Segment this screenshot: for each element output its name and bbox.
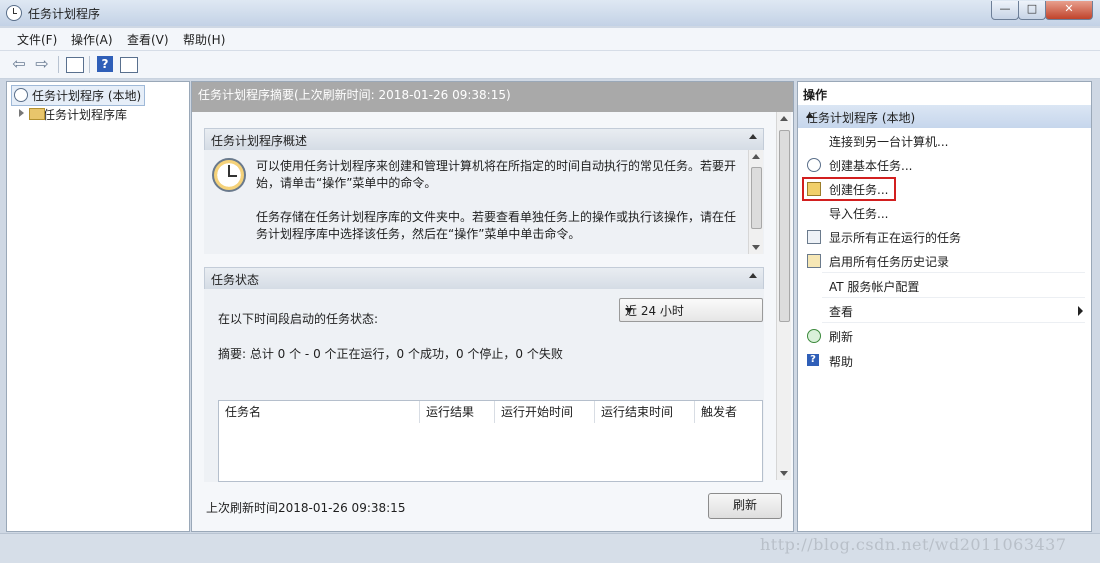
column-header-start-time[interactable]: 运行开始时间 xyxy=(495,401,595,423)
summary-scrollbar[interactable] xyxy=(776,112,791,480)
history-icon xyxy=(807,254,821,268)
dropdown-value: 近 24 小时 xyxy=(625,304,684,318)
overview-section-header[interactable]: 任务计划程序概述 xyxy=(204,128,764,151)
action-label: 帮助 xyxy=(829,355,854,369)
watermark: http://blog.csdn.net/wd2011063437 xyxy=(760,535,1067,554)
menu-help[interactable]: 帮助(H) xyxy=(183,31,225,48)
maximize-button[interactable]: □ xyxy=(1018,1,1046,20)
collapse-icon[interactable] xyxy=(749,134,757,139)
task-status-table: 任务名 运行结果 运行开始时间 运行结束时间 触发者 xyxy=(218,400,763,482)
scroll-thumb[interactable] xyxy=(751,167,762,229)
status-section-header[interactable]: 任务状态 xyxy=(204,267,764,290)
action-show-running-tasks[interactable]: 显示所有正在运行的任务 xyxy=(798,225,1091,249)
time-period-dropdown[interactable]: 近 24 小时 xyxy=(619,298,763,322)
scroll-down-icon[interactable] xyxy=(780,471,788,476)
action-refresh[interactable]: 刷新 xyxy=(798,324,1091,348)
action-label: 创建基本任务... xyxy=(829,159,913,173)
tree-node-root[interactable]: 任务计划程序 (本地) xyxy=(11,85,146,106)
actions-pane: 操作 任务计划程序 (本地) 连接到另一台计算机... 创建基本任务... 创建… xyxy=(797,81,1092,532)
chevron-down-icon xyxy=(625,308,633,313)
summary-header: 任务计划程序摘要(上次刷新时间: 2018-01-26 09:38:15) xyxy=(192,82,793,112)
collapse-icon[interactable] xyxy=(806,113,814,118)
minimize-button[interactable]: — xyxy=(991,1,1019,20)
action-view[interactable]: 查看 xyxy=(798,299,1091,323)
menu-file[interactable]: 文件(F) xyxy=(17,31,57,48)
overview-scrollbar[interactable] xyxy=(748,150,763,254)
action-label: 启用所有任务历史记录 xyxy=(829,255,950,269)
overview-text: 可以使用任务计划程序来创建和管理计算机将在所指定的时间自动执行的常见任务。若要开… xyxy=(256,159,737,190)
expand-arrow-icon[interactable] xyxy=(19,109,24,117)
action-import-task[interactable]: 导入任务... xyxy=(798,201,1091,225)
action-label: 显示所有正在运行的任务 xyxy=(829,231,962,245)
folder-icon xyxy=(29,108,45,120)
close-button[interactable]: ✕ xyxy=(1045,1,1093,20)
action-label: 刷新 xyxy=(829,330,854,344)
status-period-label: 在以下时间段启动的任务状态: xyxy=(218,312,379,326)
scroll-up-icon[interactable] xyxy=(780,116,788,121)
action-at-service-account[interactable]: AT 服务帐户配置 xyxy=(798,274,1091,298)
collapse-icon[interactable] xyxy=(749,273,757,278)
show-action-pane-icon[interactable] xyxy=(120,57,138,73)
toolbar: ⇦ ⇨ ? xyxy=(0,51,1100,79)
refresh-icon xyxy=(807,329,821,343)
scroll-thumb[interactable] xyxy=(779,130,790,322)
highlight-box xyxy=(802,177,896,201)
show-tree-icon[interactable] xyxy=(66,57,84,73)
tree-node-label: 任务计划程序 (本地) xyxy=(32,89,142,103)
action-help[interactable]: ? 帮助 xyxy=(798,349,1091,373)
action-connect-computer[interactable]: 连接到另一台计算机... xyxy=(798,129,1091,153)
divider xyxy=(822,322,1085,323)
column-header-result[interactable]: 运行结果 xyxy=(420,401,495,423)
overview-text: 任务存储在任务计划程序库的文件夹中。若要查看单独任务上的操作或执行该操作，请在任… xyxy=(256,210,737,241)
divider xyxy=(822,297,1085,298)
scroll-down-icon[interactable] xyxy=(752,245,760,250)
tree-node-library[interactable]: 任务计划程序库 xyxy=(19,106,127,123)
menu-bar: 文件(F) 操作(A) 查看(V) 帮助(H) xyxy=(0,28,1100,51)
divider xyxy=(822,272,1085,273)
summary-header-text: 任务计划程序摘要(上次刷新时间: 2018-01-26 09:38:15) xyxy=(198,88,511,102)
menu-action[interactable]: 操作(A) xyxy=(71,31,113,48)
actions-group-header[interactable]: 任务计划程序 (本地) xyxy=(798,105,1091,128)
tree-node-label: 任务计划程序库 xyxy=(43,108,128,122)
clock-icon xyxy=(807,158,821,172)
column-header-task-name[interactable]: 任务名 xyxy=(219,401,420,423)
overview-section-body: 可以使用任务计划程序来创建和管理计算机将在所指定的时间自动执行的常见任务。若要开… xyxy=(204,150,764,254)
last-refresh-time: 上次刷新时间2018-01-26 09:38:15 xyxy=(206,501,406,515)
actions-title: 操作 xyxy=(803,88,828,102)
status-section-body: 在以下时间段启动的任务状态: 近 24 小时 摘要: 总计 0 个 - 0 个正… xyxy=(204,289,764,482)
action-label: AT 服务帐户配置 xyxy=(829,280,920,294)
column-header-trigger[interactable]: 触发者 xyxy=(695,401,762,423)
menu-view[interactable]: 查看(V) xyxy=(127,31,169,48)
status-summary: 摘要: 总计 0 个 - 0 个正在运行，0 个成功，0 个停止，0 个失败 xyxy=(218,347,563,361)
submenu-arrow-icon xyxy=(1078,306,1083,316)
action-enable-history[interactable]: 启用所有任务历史记录 xyxy=(798,249,1091,273)
back-icon[interactable]: ⇦ xyxy=(10,55,28,73)
action-label: 连接到另一台计算机... xyxy=(829,135,949,149)
action-create-basic-task[interactable]: 创建基本任务... xyxy=(798,153,1091,177)
navigation-tree: 任务计划程序 (本地) 任务计划程序库 xyxy=(6,81,190,532)
refresh-button[interactable]: 刷新 xyxy=(708,493,782,519)
clock-icon xyxy=(14,88,28,102)
toolbar-separator xyxy=(89,56,90,73)
overview-section-title: 任务计划程序概述 xyxy=(211,134,308,148)
scroll-up-icon[interactable] xyxy=(752,154,760,159)
clock-icon xyxy=(212,158,246,192)
summary-pane: 任务计划程序摘要(上次刷新时间: 2018-01-26 09:38:15) 任务… xyxy=(191,81,794,532)
help-icon[interactable]: ? xyxy=(97,56,113,72)
action-label: 查看 xyxy=(829,305,854,319)
help-icon: ? xyxy=(807,354,819,366)
running-tasks-icon xyxy=(807,230,821,244)
window-title: 任务计划程序 xyxy=(28,7,101,21)
status-section-title: 任务状态 xyxy=(211,273,260,287)
column-header-end-time[interactable]: 运行结束时间 xyxy=(595,401,695,423)
title-bar xyxy=(0,0,1100,26)
task-scheduler-icon xyxy=(6,5,22,21)
forward-icon[interactable]: ⇨ xyxy=(33,55,51,73)
action-label: 导入任务... xyxy=(829,207,889,221)
actions-group-label: 任务计划程序 (本地) xyxy=(806,111,916,125)
toolbar-separator xyxy=(58,56,59,73)
